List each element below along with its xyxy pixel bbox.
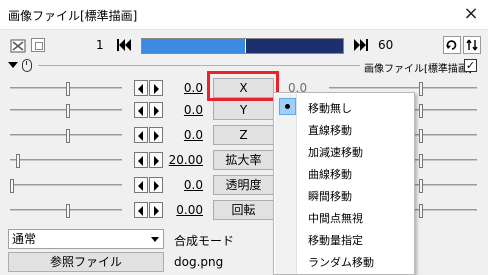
reference-file-name: dog.png: [174, 255, 224, 269]
menu-item[interactable]: 移動無し: [275, 96, 414, 118]
parameter-value[interactable]: 0.0: [167, 178, 203, 192]
parameter-slider[interactable]: [10, 204, 122, 218]
menu-item[interactable]: 瞬間移動: [275, 184, 414, 206]
menu-item[interactable]: ランダム移動: [275, 250, 414, 272]
parameter-slider[interactable]: [10, 154, 122, 168]
object-name: 画像ファイル[標準描画]: [364, 64, 472, 75]
blend-mode-label: 合成モード: [174, 234, 235, 248]
menu-item-label: 曲線移動: [308, 168, 352, 181]
menu-item[interactable]: 移動量指定: [275, 228, 414, 250]
arrow-right-icon[interactable]: [149, 127, 163, 143]
menu-item-label: 加減速移動: [308, 146, 363, 159]
menu-item[interactable]: 中間点無視: [275, 206, 414, 228]
seek-bar[interactable]: [141, 38, 344, 54]
arrow-right-icon[interactable]: [149, 102, 163, 118]
parameter-slider[interactable]: [10, 82, 122, 96]
parameter-button-3[interactable]: Z: [213, 125, 274, 145]
slider-thumb[interactable]: [66, 104, 70, 118]
arrow-right-icon[interactable]: [149, 152, 163, 168]
slider-thumb[interactable]: [419, 129, 423, 143]
arrow-right-icon[interactable]: [149, 177, 163, 193]
slider-thumb[interactable]: [419, 104, 423, 118]
seek-marker[interactable]: [244, 39, 246, 53]
slider-thumb[interactable]: [66, 204, 70, 218]
arrow-right-icon[interactable]: [149, 80, 163, 96]
movement-menu: 移動無し直線移動加減速移動曲線移動瞬間移動中間点無視移動量指定ランダム移動: [273, 92, 415, 275]
menu-item-label: ランダム移動: [308, 256, 374, 269]
arrow-left-icon[interactable]: [134, 80, 148, 96]
parameter-end-slider[interactable]: [329, 82, 477, 96]
parameter-slider[interactable]: [10, 104, 122, 118]
divider: [38, 65, 360, 66]
timeline-row: 1 60: [0, 30, 488, 60]
slider-thumb[interactable]: [419, 204, 423, 218]
object-enable-checkbox[interactable]: ✓: [464, 59, 477, 72]
parameter-button-4[interactable]: 拡大率: [213, 150, 274, 170]
seek-fill: [142, 39, 245, 53]
arrow-left-icon[interactable]: [134, 152, 148, 168]
menu-item-label: 移動量指定: [308, 234, 363, 247]
window-title: 画像ファイル[標準描画]: [8, 9, 138, 23]
parameter-value[interactable]: 20.00: [167, 153, 203, 167]
slider-thumb[interactable]: [66, 82, 70, 96]
settings-icon[interactable]: [463, 36, 481, 54]
title-bar: 画像ファイル[標準描画] ×: [0, 0, 488, 30]
reference-file-button[interactable]: 参照ファイル: [8, 252, 164, 272]
start-frame: 1: [96, 38, 104, 52]
arrow-right-icon[interactable]: [149, 202, 163, 218]
menu-item-label: 瞬間移動: [308, 190, 352, 203]
parameter-value[interactable]: 0.0: [167, 128, 203, 142]
blend-mode-select[interactable]: 通常: [8, 229, 164, 249]
panel-icon[interactable]: [31, 38, 45, 52]
parameter-value[interactable]: 0.0: [167, 103, 203, 117]
menu-item-label: 直線移動: [308, 124, 352, 137]
parameter-value[interactable]: 0.0: [167, 81, 203, 95]
blend-mode-value: 通常: [12, 232, 37, 246]
frame-icon[interactable]: [10, 38, 26, 54]
parameter-button-2[interactable]: Y: [213, 100, 274, 120]
parameter-button-5[interactable]: 透明度: [213, 175, 274, 195]
slider-thumb[interactable]: [419, 179, 423, 193]
parameter-slider[interactable]: [10, 129, 122, 143]
slider-thumb[interactable]: [419, 82, 423, 96]
highlight-box: [207, 71, 279, 101]
end-frame: 60: [378, 38, 394, 52]
arrow-left-icon[interactable]: [134, 127, 148, 143]
collapse-icon[interactable]: [8, 62, 18, 68]
arrow-left-icon[interactable]: [134, 202, 148, 218]
skip-start-icon[interactable]: [115, 36, 133, 54]
skip-end-icon[interactable]: [352, 36, 370, 54]
menu-item[interactable]: 直線移動: [275, 118, 414, 140]
close-button[interactable]: ×: [461, 5, 481, 25]
parameter-slider[interactable]: [10, 179, 122, 193]
mouse-icon: [22, 59, 32, 72]
slider-thumb[interactable]: [16, 154, 20, 168]
slider-thumb[interactable]: [419, 154, 423, 168]
menu-item[interactable]: 加減速移動: [275, 140, 414, 162]
menu-item-label: 移動無し: [308, 102, 352, 115]
redo-icon[interactable]: [443, 36, 461, 54]
parameter-value[interactable]: 0.00: [167, 203, 203, 217]
chevron-down-icon: [151, 237, 159, 242]
radio-check-icon: [279, 98, 296, 115]
parameter-button-6[interactable]: 回転: [213, 200, 274, 220]
slider-thumb[interactable]: [66, 129, 70, 143]
menu-item-label: 中間点無視: [308, 212, 363, 225]
slider-thumb[interactable]: [10, 179, 14, 193]
arrow-left-icon[interactable]: [134, 102, 148, 118]
arrow-left-icon[interactable]: [134, 177, 148, 193]
menu-item[interactable]: 曲線移動: [275, 162, 414, 184]
